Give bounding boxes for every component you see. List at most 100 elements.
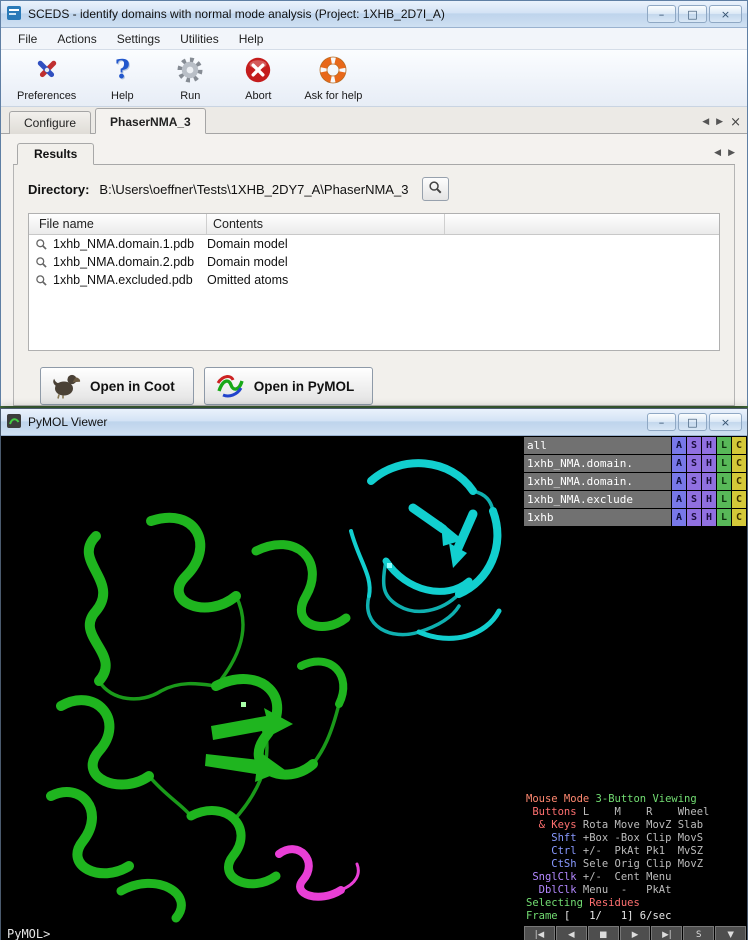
rewind-button[interactable]: |◀ — [524, 926, 555, 940]
selecting-line: Selecting Residues — [526, 897, 744, 910]
mouse-snglclk-line: SnglClk +/- Cent Menu — [526, 871, 744, 884]
excluded-ribbon — [279, 849, 358, 897]
maximize-button[interactable]: □ — [678, 5, 707, 23]
mouse-line-label: Ctrl — [526, 845, 583, 857]
object-name[interactable]: 1xhb_NMA.exclude — [524, 491, 671, 508]
tab-next-icon[interactable]: ▶ — [716, 117, 723, 127]
object-name[interactable]: all — [524, 437, 671, 454]
color-menu-button[interactable]: C — [732, 509, 746, 526]
pymol-command-prompt[interactable]: PyMOL>_ — [7, 927, 58, 940]
label-menu-button[interactable]: L — [717, 473, 731, 490]
mouse-mode-line: Mouse Mode 3-Button Viewing — [526, 793, 744, 806]
minimize-button[interactable]: – — [647, 413, 676, 431]
more-button[interactable]: ▼ — [715, 926, 746, 940]
show-menu-button[interactable]: S — [687, 491, 701, 508]
table-row[interactable]: 1xhb_NMA.excluded.pdb Omitted atoms — [29, 271, 719, 289]
file-name: 1xhb_NMA.domain.1.pdb — [53, 237, 207, 251]
question-icon: ? — [115, 55, 130, 85]
ask-for-help-button[interactable]: Ask for help — [298, 53, 368, 104]
show-menu-button[interactable]: S — [687, 455, 701, 472]
pymol-titlebar[interactable]: PyMOL Viewer – □ × — [1, 409, 747, 436]
column-contents[interactable]: Contents — [207, 214, 445, 234]
tab-close-icon[interactable]: × — [730, 118, 741, 127]
color-menu-button[interactable]: C — [732, 473, 746, 490]
object-row-domain-2[interactable]: 1xhb_NMA.domain. A S H L C — [524, 473, 746, 490]
magnifier-icon — [35, 274, 53, 287]
menu-item-help[interactable]: Help — [230, 30, 273, 48]
action-menu-button[interactable]: A — [672, 473, 686, 490]
help-button[interactable]: ? Help — [94, 53, 150, 104]
mouse-ctrl-line: Ctrl +/- PkAt Pk1 MvSZ — [526, 845, 744, 858]
label-menu-button[interactable]: L — [717, 509, 731, 526]
tab-phasernma-3[interactable]: PhaserNMA_3 — [95, 108, 206, 134]
mouse-line-label: SnglClk — [526, 871, 583, 883]
abort-label: Abort — [245, 90, 271, 102]
minimize-button[interactable]: – — [647, 5, 676, 23]
close-button[interactable]: × — [709, 5, 742, 23]
open-in-coot-button[interactable]: Open in Coot — [40, 367, 194, 405]
file-name: 1xhb_NMA.domain.2.pdb — [53, 255, 207, 269]
action-menu-button[interactable]: A — [672, 437, 686, 454]
subtab-next-icon[interactable]: ▶ — [728, 148, 735, 158]
maximize-button[interactable]: □ — [678, 413, 707, 431]
step-back-button[interactable]: ◀ — [556, 926, 587, 940]
play-button[interactable]: ▶ — [620, 926, 651, 940]
hide-menu-button[interactable]: H — [702, 455, 716, 472]
open-in-pymol-button[interactable]: Open in PyMOL — [204, 367, 374, 405]
object-name[interactable]: 1xhb_NMA.domain. — [524, 455, 671, 472]
scene-button[interactable]: S — [683, 926, 714, 940]
tab-prev-icon[interactable]: ◀ — [702, 117, 709, 127]
directory-value: B:\Users\oeffner\Tests\1XHB_2DY7_A\Phase… — [99, 182, 408, 197]
open-in-coot-label: Open in Coot — [90, 379, 175, 394]
object-row-excluded[interactable]: 1xhb_NMA.exclude A S H L C — [524, 491, 746, 508]
object-name[interactable]: 1xhb_NMA.domain. — [524, 473, 671, 490]
menu-item-utilities[interactable]: Utilities — [171, 30, 228, 48]
action-menu-button[interactable]: A — [672, 491, 686, 508]
tab-results[interactable]: Results — [17, 143, 94, 165]
mouse-line-value: 3-Button Viewing — [596, 793, 697, 805]
table-row[interactable]: 1xhb_NMA.domain.1.pdb Domain model — [29, 235, 719, 253]
hide-menu-button[interactable]: H — [702, 509, 716, 526]
color-menu-button[interactable]: C — [732, 491, 746, 508]
action-menu-button[interactable]: A — [672, 509, 686, 526]
dodo-bird-icon — [51, 371, 81, 402]
molecule-viewport[interactable]: PyMOL>_ — [1, 436, 523, 940]
menu-bar: File Actions Settings Utilities Help — [1, 28, 747, 50]
color-menu-button[interactable]: C — [732, 455, 746, 472]
action-menu-button[interactable]: A — [672, 455, 686, 472]
browse-directory-button[interactable] — [422, 177, 449, 201]
hide-menu-button[interactable]: H — [702, 437, 716, 454]
close-button[interactable]: × — [709, 413, 742, 431]
label-menu-button[interactable]: L — [717, 491, 731, 508]
preferences-button[interactable]: Preferences — [11, 53, 82, 104]
subtab-prev-icon[interactable]: ◀ — [714, 148, 721, 158]
label-menu-button[interactable]: L — [717, 437, 731, 454]
show-menu-button[interactable]: S — [687, 437, 701, 454]
menu-item-actions[interactable]: Actions — [48, 30, 105, 48]
tab-configure[interactable]: Configure — [9, 111, 91, 134]
hide-menu-button[interactable]: H — [702, 473, 716, 490]
show-menu-button[interactable]: S — [687, 509, 701, 526]
show-menu-button[interactable]: S — [687, 473, 701, 490]
color-menu-button[interactable]: C — [732, 437, 746, 454]
object-name[interactable]: 1xhb — [524, 509, 671, 526]
pymol-side-panel: all A S H L C 1xhb_NMA.domain. A S H L C… — [523, 436, 747, 940]
hide-menu-button[interactable]: H — [702, 491, 716, 508]
object-row-domain-1[interactable]: 1xhb_NMA.domain. A S H L C — [524, 455, 746, 472]
menu-item-file[interactable]: File — [9, 30, 46, 48]
mouse-buttons-line: Buttons L M R Wheel — [526, 806, 744, 819]
abort-button[interactable]: Abort — [230, 53, 286, 104]
stop-button[interactable]: ■ — [588, 926, 619, 940]
object-row-all[interactable]: all A S H L C — [524, 437, 746, 454]
run-button[interactable]: Run — [162, 53, 218, 104]
column-file-name[interactable]: File name — [29, 214, 207, 234]
toolbar: Preferences ? Help Run — [1, 50, 747, 107]
table-row[interactable]: 1xhb_NMA.domain.2.pdb Domain model — [29, 253, 719, 271]
menu-item-settings[interactable]: Settings — [108, 30, 169, 48]
sceds-titlebar[interactable]: SCEDS - identify domains with normal mod… — [1, 1, 747, 28]
label-menu-button[interactable]: L — [717, 455, 731, 472]
pymol-app-icon — [6, 413, 22, 432]
sceds-app-icon — [6, 5, 22, 24]
object-row-1xhb[interactable]: 1xhb A S H L C — [524, 509, 746, 526]
fast-forward-button[interactable]: ▶| — [651, 926, 682, 940]
